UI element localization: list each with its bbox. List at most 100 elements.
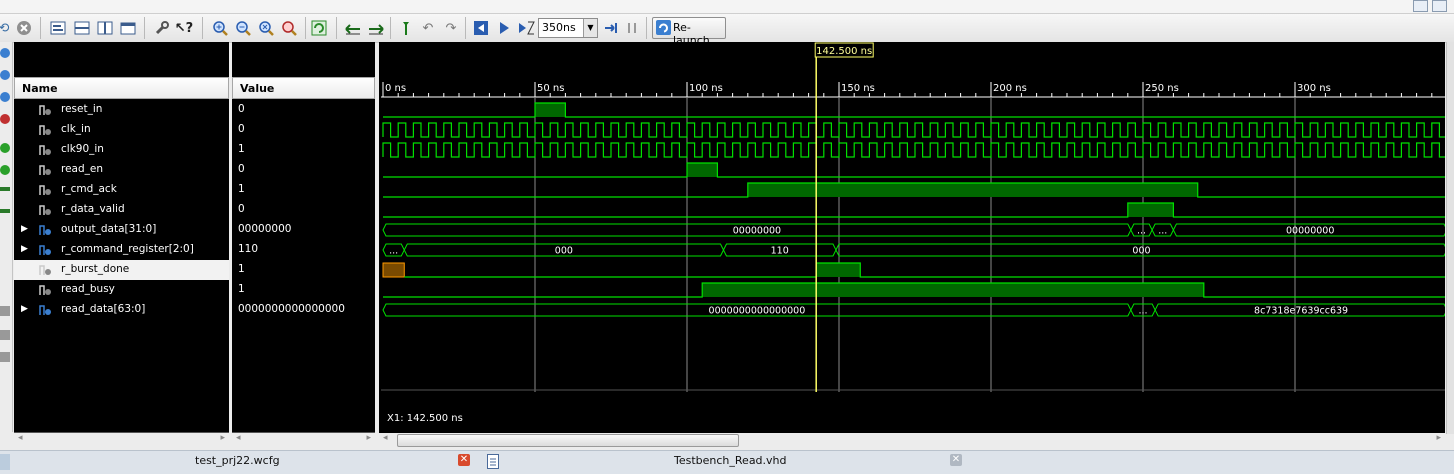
signal-row[interactable]: read_en bbox=[14, 160, 229, 180]
bus-value-label: ... bbox=[1138, 306, 1147, 317]
signal-row[interactable]: ▶ output_data[31:0] bbox=[14, 220, 229, 240]
run-all-icon[interactable] bbox=[494, 18, 514, 38]
toolbar: ⟲ ↖? ↶ ↷ 350ns ▼ Re-launch bbox=[0, 14, 1454, 47]
signal-high-fill bbox=[687, 163, 718, 177]
signal-name: read_data[63:0] bbox=[61, 303, 146, 315]
previous-marker-icon[interactable]: ↶ bbox=[418, 18, 438, 38]
file-icon bbox=[487, 454, 499, 469]
scroll-thumb[interactable] bbox=[397, 434, 739, 447]
edge-icon[interactable] bbox=[0, 187, 10, 191]
vertical-split-icon[interactable] bbox=[95, 18, 115, 38]
waveform-pane[interactable]: 0 ns 50 ns 100 ns 150 ns 200 ns 250 ns 300 ns 0… bbox=[379, 42, 1448, 434]
step-icon[interactable] bbox=[600, 18, 620, 38]
wave-hscroll[interactable]: ◂ ▸ bbox=[379, 433, 1445, 447]
tab-overflow-icon[interactable] bbox=[0, 454, 10, 470]
zoom-cursor-icon[interactable] bbox=[279, 18, 299, 38]
signal-value-row: 00000000 bbox=[232, 220, 375, 240]
tab-vhd[interactable]: Testbench_Read.vhd bbox=[674, 454, 787, 471]
signal-icon bbox=[39, 265, 51, 275]
run-for-time-icon[interactable] bbox=[516, 18, 536, 38]
ruler-label: 250 ns bbox=[1145, 83, 1179, 94]
signal-name: clk90_in bbox=[61, 143, 104, 155]
restart-sim-icon[interactable] bbox=[471, 18, 491, 38]
names-hscroll[interactable]: ◂ ▸ bbox=[14, 433, 229, 447]
previous-transition-icon[interactable] bbox=[343, 18, 363, 38]
edge-next-icon[interactable] bbox=[0, 209, 10, 213]
signal-row[interactable]: reset_in bbox=[14, 100, 229, 120]
minimize-button[interactable] bbox=[1413, 0, 1428, 12]
vertical-scrollbar[interactable] bbox=[1446, 42, 1454, 434]
maximize-button[interactable] bbox=[1432, 0, 1447, 12]
divider-icon[interactable] bbox=[0, 306, 10, 316]
signal-row[interactable]: r_burst_done bbox=[14, 260, 229, 280]
signal-value-row: 1 bbox=[232, 260, 375, 280]
signal-row[interactable]: clk90_in bbox=[14, 140, 229, 160]
signal-high-fill bbox=[702, 283, 1204, 297]
wave-window-icon[interactable] bbox=[48, 18, 68, 38]
refresh-icon[interactable] bbox=[309, 18, 329, 38]
scroll-left-icon[interactable]: ◂ bbox=[236, 433, 241, 443]
scroll-right-icon[interactable]: ▸ bbox=[1436, 433, 1441, 443]
expand-icon[interactable]: ▶ bbox=[21, 244, 28, 254]
waveform-canvas[interactable]: 0 ns 50 ns 100 ns 150 ns 200 ns 250 ns 300 ns 0… bbox=[379, 42, 1448, 434]
chevron-down-icon[interactable]: ▼ bbox=[583, 19, 597, 37]
wrench-icon[interactable] bbox=[152, 18, 172, 38]
go-icon[interactable] bbox=[0, 143, 10, 153]
expand-icon[interactable]: ▶ bbox=[21, 304, 28, 314]
signal-value-row: 1 bbox=[232, 140, 375, 160]
signal-value: 1 bbox=[238, 143, 245, 155]
signal-row[interactable]: ▶ read_data[63:0] bbox=[14, 300, 229, 320]
scroll-right-icon[interactable]: ▸ bbox=[220, 433, 225, 443]
context-help-icon[interactable]: ↖? bbox=[174, 18, 194, 38]
list-icon[interactable] bbox=[0, 352, 10, 362]
bus-value-label: ... bbox=[389, 246, 398, 257]
zoom-icon[interactable] bbox=[0, 92, 10, 102]
next-marker-icon[interactable]: ↷ bbox=[441, 18, 461, 38]
values-hscroll[interactable]: ◂ ▸ bbox=[232, 433, 375, 447]
pause-icon[interactable] bbox=[622, 18, 642, 38]
relaunch-button[interactable]: Re-launch bbox=[652, 17, 726, 47]
zoom-out-icon[interactable] bbox=[233, 18, 253, 38]
zoom-in-icon[interactable] bbox=[210, 18, 230, 38]
signal-row[interactable]: read_busy bbox=[14, 280, 229, 300]
add-marker-icon[interactable] bbox=[396, 18, 416, 38]
signal-row[interactable]: r_data_valid bbox=[14, 200, 229, 220]
float-window-icon[interactable] bbox=[118, 18, 138, 38]
run-time-value: 350ns bbox=[542, 21, 576, 34]
group-icon[interactable] bbox=[0, 330, 10, 340]
restart-icon[interactable]: ⟲ bbox=[0, 18, 14, 38]
signal-trace bbox=[383, 202, 1447, 218]
next-transition-icon[interactable] bbox=[366, 18, 386, 38]
bus-value-label: 000 bbox=[1132, 246, 1150, 257]
run-time-select[interactable]: 350ns ▼ bbox=[538, 18, 598, 38]
stop-icon[interactable] bbox=[0, 114, 10, 124]
signal-trace bbox=[404, 262, 1447, 278]
relaunch-icon bbox=[656, 20, 671, 35]
signal-value: 110 bbox=[238, 243, 259, 255]
signal-row[interactable]: ▶ r_command_register[2:0] bbox=[14, 240, 229, 260]
scroll-left-icon[interactable]: ◂ bbox=[383, 433, 388, 443]
signal-row[interactable]: clk_in bbox=[14, 120, 229, 140]
signal-value: 1 bbox=[238, 283, 245, 295]
signal-row[interactable]: r_cmd_ack bbox=[14, 180, 229, 200]
close-icon[interactable] bbox=[14, 18, 34, 38]
remove-icon[interactable] bbox=[0, 70, 10, 80]
zoom-fit-icon[interactable] bbox=[256, 18, 276, 38]
scroll-left-icon[interactable]: ◂ bbox=[18, 433, 23, 443]
signal-icon bbox=[39, 165, 51, 175]
close-tab-icon[interactable]: ✕ bbox=[458, 454, 470, 466]
ruler-label: 150 ns bbox=[841, 83, 875, 94]
tab-wcfg[interactable]: test_prj22.wcfg bbox=[195, 454, 280, 471]
marker-icon[interactable] bbox=[0, 165, 10, 175]
close-tab-icon[interactable]: ✕ bbox=[950, 454, 962, 466]
horizontal-split-icon[interactable] bbox=[72, 18, 92, 38]
scroll-right-icon[interactable]: ▸ bbox=[366, 433, 371, 443]
name-column-header[interactable]: Name bbox=[14, 77, 229, 99]
signal-name: reset_in bbox=[61, 103, 103, 115]
add-icon[interactable] bbox=[0, 48, 10, 58]
undefined-region bbox=[382, 262, 405, 278]
signal-value: 1 bbox=[238, 183, 245, 195]
signal-name: output_data[31:0] bbox=[61, 223, 157, 235]
value-column-header[interactable]: Value bbox=[232, 77, 375, 99]
expand-icon[interactable]: ▶ bbox=[21, 224, 28, 234]
